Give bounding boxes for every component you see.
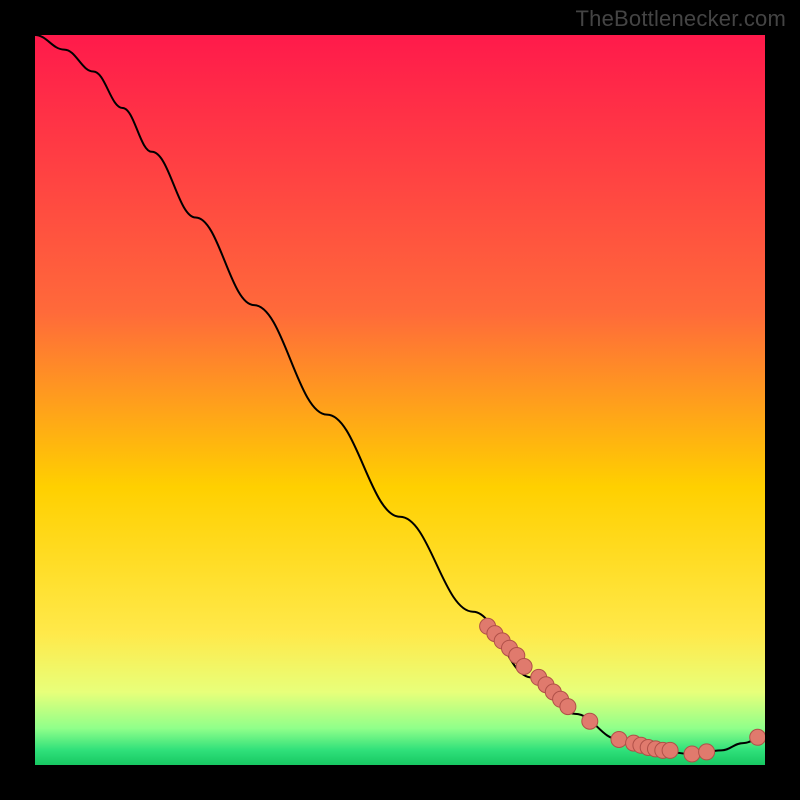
data-marker[interactable] <box>699 744 715 760</box>
data-marker[interactable] <box>516 659 532 675</box>
plot-area <box>35 35 765 765</box>
data-marker[interactable] <box>662 742 678 758</box>
data-marker[interactable] <box>750 729 765 745</box>
data-marker[interactable] <box>560 699 576 715</box>
data-marker[interactable] <box>611 732 627 748</box>
chart-stage: TheBottlenecker.com <box>0 0 800 800</box>
watermark-text: TheBottlenecker.com <box>576 6 786 32</box>
chart-svg <box>35 35 765 765</box>
data-marker[interactable] <box>582 713 598 729</box>
data-marker[interactable] <box>684 746 700 762</box>
